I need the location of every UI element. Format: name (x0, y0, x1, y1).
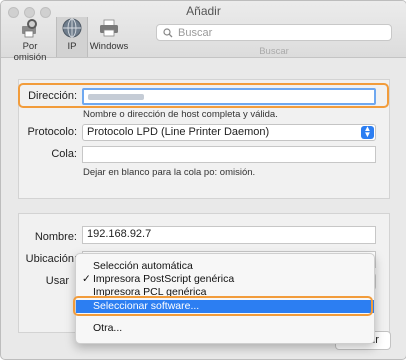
tab-ip-label: IP (67, 41, 77, 52)
use-label: Usar (45, 275, 69, 287)
search-caption: Buscar (259, 46, 289, 57)
search-placeholder: Buscar (178, 27, 213, 39)
name-value: 192.168.92.7 (87, 228, 152, 240)
name-label: Nombre: (34, 231, 77, 243)
menu-item-label: Selección automática (93, 260, 193, 272)
menu-item-label: Impresora PostScript genérica (93, 273, 235, 285)
add-printer-window: Añadir Por omisión IP Windows Buscar Bus… (0, 0, 406, 360)
name-field[interactable]: 192.168.92.7 (82, 226, 376, 244)
blurred-address-value (88, 94, 144, 100)
tab-default-label: Por omisión (13, 41, 47, 63)
globe-icon (62, 18, 82, 38)
search-input[interactable]: Buscar (156, 24, 392, 41)
menu-item-other[interactable]: Otra... (76, 322, 374, 335)
tab-ip[interactable]: IP (56, 17, 88, 57)
tab-windows-label: Windows (89, 41, 129, 52)
menu-item-postscript[interactable]: ✓ Impresora PostScript genérica (76, 273, 374, 286)
protocol-select[interactable]: Protocolo LPD (Line Printer Daemon) ▲ ▼ (82, 124, 376, 141)
address-field[interactable] (82, 88, 376, 105)
menu-item-label: Otra... (93, 322, 123, 334)
magnifier-icon (163, 28, 173, 38)
select-software-highlight (73, 296, 373, 316)
printer-icon (100, 19, 118, 37)
toolbar: Añadir Por omisión IP Windows Buscar Bus… (1, 1, 406, 63)
queue-field[interactable] (82, 146, 376, 163)
queue-label: Cola: (51, 148, 77, 160)
checkmark-icon: ✓ (82, 273, 91, 285)
location-label: Ubicación: (25, 253, 77, 265)
protocol-label: Protocolo: (27, 126, 77, 138)
protocol-value: Protocolo LPD (Line Printer Daemon) (87, 126, 270, 138)
printer-search-icon (22, 19, 37, 38)
queue-hint: Dejar en blanco para la cola po: omisión… (83, 167, 256, 178)
tab-default[interactable]: Por omisión (5, 17, 55, 63)
tab-windows[interactable]: Windows (89, 17, 129, 57)
address-label: Dirección: (28, 90, 77, 102)
window-title: Añadir (186, 4, 221, 18)
chevron-updown-icon: ▲▼ (361, 125, 374, 139)
menu-item-auto-select[interactable]: Selección automática (76, 260, 374, 273)
address-hint: Nombre o dirección de host completa y vá… (83, 109, 278, 120)
